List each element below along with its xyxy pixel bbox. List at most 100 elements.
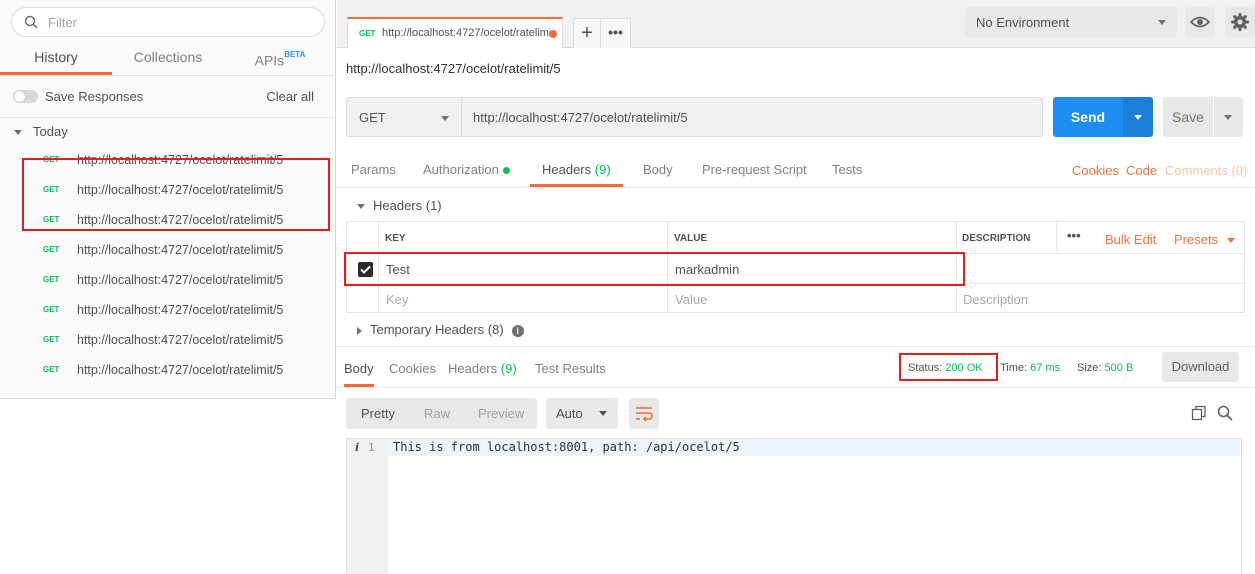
wrap-lines-icon [636,407,653,422]
new-key-field[interactable]: Key [386,292,408,307]
environment-value: No Environment [976,15,1070,30]
comments-link[interactable]: Comments (0) [1165,163,1247,178]
save-options-button[interactable] [1214,97,1243,137]
line-gutter: i 1 [347,439,388,574]
tab-params[interactable]: Params [351,153,396,187]
request-tabs: Params Authorization Headers (9) Body Pr… [337,153,1255,188]
temporary-headers-toggle[interactable]: Temporary Headers (8) i [357,322,524,337]
eye-icon [1189,16,1211,28]
tab-body[interactable]: Body [643,153,673,187]
search-icon [24,15,38,29]
response-body-editor[interactable]: i 1 This is from localhost:8001, path: /… [346,438,1242,574]
save-button[interactable]: Save [1163,97,1213,137]
response-tab-cookies[interactable]: Cookies [389,347,436,387]
environment-select[interactable]: No Environment [965,7,1177,37]
history-method: GET [43,335,60,344]
sidebar-tabs: History Collections APIsBETA [0,40,336,76]
history-item[interactable]: GET http://localhost:4727/ocelot/ratelim… [0,357,336,387]
divider [1056,222,1057,253]
time-info[interactable]: Time: 67 ms [1000,362,1060,374]
format-pretty-button[interactable]: Pretty [361,406,395,421]
toggle-knob [14,91,25,102]
new-value-field[interactable]: Value [675,292,707,307]
headers-section-label: Headers (1) [373,198,442,213]
code-link[interactable]: Code [1126,163,1157,178]
history-method: GET [43,305,60,314]
tab-tests[interactable]: Tests [832,153,862,187]
request-tab[interactable]: GET http://localhost:4727/ocelot/ratelim… [347,17,563,48]
chevron-down-icon [599,411,607,416]
caret-down-icon [357,204,365,210]
request-title[interactable]: http://localhost:4727/ocelot/ratelimit/5 [346,61,561,76]
format-raw-button[interactable]: Raw [424,406,450,421]
column-header-value: VALUE [674,233,708,244]
response-tab-test-results[interactable]: Test Results [535,347,606,387]
sidebar: History Collections APIsBETA Save Respon… [0,0,336,574]
divider [0,117,336,118]
tab-apis[interactable]: APIsBETA [224,40,336,75]
tab-options-button[interactable]: ••• [601,18,631,48]
history-group-today[interactable]: Today [14,124,68,139]
chevron-down-icon [1134,115,1142,120]
send-button[interactable]: Send [1053,97,1123,137]
save-responses-toggle[interactable] [13,90,38,103]
format-preview-button[interactable]: Preview [478,406,524,421]
new-tab-button[interactable]: + [573,18,601,48]
headers-section-toggle[interactable]: Headers (1) [357,198,442,213]
manage-environments-button[interactable] [1225,7,1255,37]
tab-collections[interactable]: Collections [112,40,224,75]
size-info[interactable]: Size: 500 B [1077,362,1133,374]
wrap-lines-button[interactable] [629,398,659,429]
history-item[interactable]: GET http://localhost:4727/ocelot/ratelim… [0,267,336,297]
tab-authorization-label: Authorization [423,162,499,177]
chevron-down-icon [1158,20,1166,25]
format-toggle: Pretty Raw Preview [346,398,537,429]
history-url: http://localhost:4727/ocelot/ratelimit/5 [77,243,284,257]
download-button[interactable]: Download [1162,352,1239,382]
temporary-headers-label: Temporary Headers (8) [370,322,504,337]
tab-headers-label: Headers [542,162,592,177]
url-input[interactable]: http://localhost:4727/ocelot/ratelimit/5 [462,97,1043,137]
response-tab-headers-label: Headers [448,361,498,376]
send-options-button[interactable] [1123,97,1153,137]
status-dot-icon [502,167,510,175]
method-value: GET [359,110,386,125]
caret-right-icon [357,326,362,335]
tab-prerequest-script[interactable]: Pre-request Script [702,153,807,187]
chevron-down-icon [1224,115,1232,120]
response-tab-headers-count: (9) [500,361,517,376]
filter-field[interactable] [11,7,325,37]
response-toolbar: Body Cookies Headers (9) Test Results St… [337,346,1255,388]
tab-authorization[interactable]: Authorization [423,153,510,187]
save-responses-label: Save Responses [45,89,144,104]
chevron-down-icon [441,116,449,121]
unsaved-dot-icon [549,30,557,38]
response-tab-body[interactable]: Body [344,347,374,387]
request-tab-url: http://localhost:4727/ocelot/ratelimit/5 [382,27,550,39]
response-tab-headers[interactable]: Headers (9) [448,347,517,387]
table-options-button[interactable]: ••• [1067,228,1081,243]
request-tab-method: GET [359,29,376,38]
environment-quick-look-button[interactable] [1185,7,1215,37]
history-item[interactable]: GET http://localhost:4727/ocelot/ratelim… [0,297,336,327]
copy-icon[interactable] [1191,405,1207,421]
column-header-key: KEY [385,233,406,244]
cookies-link[interactable]: Cookies [1072,163,1119,178]
language-select[interactable]: Auto [546,398,618,429]
chevron-down-icon [1226,238,1235,244]
tab-history[interactable]: History [0,40,112,75]
info-icon[interactable]: i [511,324,524,337]
tab-headers[interactable]: Headers (9) [530,153,623,187]
new-description-field[interactable]: Description [963,292,1028,307]
column-header-description: DESCRIPTION [962,233,1031,244]
history-item[interactable]: GET http://localhost:4727/ocelot/ratelim… [0,237,336,267]
clear-all-button[interactable]: Clear all [266,89,314,104]
caret-down-icon [14,130,22,136]
history-method: GET [43,275,60,284]
method-select[interactable]: GET [346,97,462,137]
presets-dropdown[interactable]: Presets [1174,232,1235,247]
bulk-edit-link[interactable]: Bulk Edit [1105,232,1156,247]
history-item[interactable]: GET http://localhost:4727/ocelot/ratelim… [0,327,336,357]
search-icon[interactable] [1217,405,1233,421]
filter-input[interactable] [48,13,308,31]
